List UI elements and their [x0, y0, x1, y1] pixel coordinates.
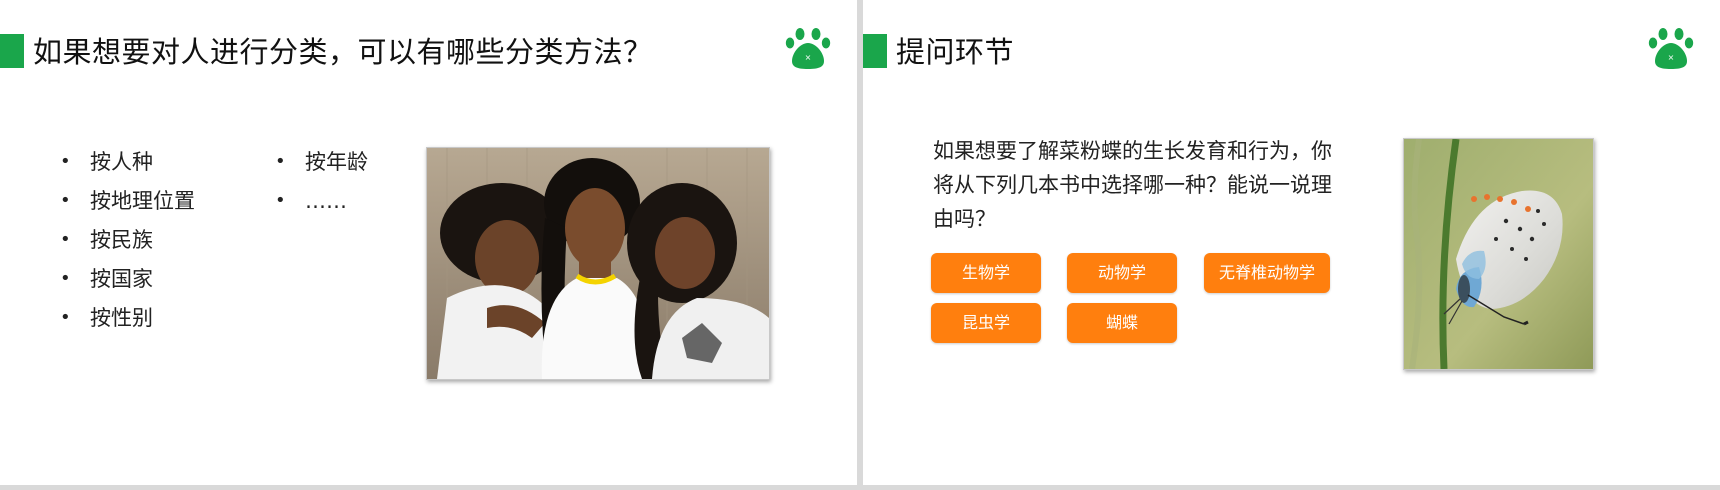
list-item: ……	[275, 186, 368, 225]
svg-text:×: ×	[805, 53, 812, 62]
list-item: 按年龄	[275, 147, 368, 186]
people-photo	[426, 147, 770, 380]
slide-title: 提问环节	[896, 35, 1015, 69]
list-item: 按人种	[60, 147, 195, 186]
option-button-entomology[interactable]: 昆虫学	[931, 303, 1041, 343]
question-text: 如果想要了解菜粉蝶的生长发育和行为，你将从下列几本书中选择哪一种？能说一说理由吗…	[933, 139, 1332, 231]
people-photo-image	[427, 148, 769, 379]
title-accent-bar	[863, 34, 887, 68]
slide-title: 如果想要对人进行分类，可以有哪些分类方法？	[33, 35, 653, 69]
paw-print-icon: ×	[785, 28, 831, 69]
option-button-zoology[interactable]: 动物学	[1067, 253, 1177, 293]
list-item: 按国家	[60, 264, 195, 303]
category-list-2: 按年龄 ……	[275, 147, 368, 225]
butterfly-photo	[1403, 138, 1594, 370]
list-item: 按性别	[60, 303, 195, 342]
title-accent-bar	[0, 34, 24, 68]
butterfly-photo-image	[1404, 138, 1593, 370]
list-item: 按民族	[60, 225, 195, 264]
list-item: 按地理位置	[60, 186, 195, 225]
option-button-invertebrate-zoology[interactable]: 无脊椎动物学	[1204, 253, 1330, 293]
svg-text:×: ×	[1668, 53, 1675, 62]
slide-right: 提问环节 × 如果想要了解菜粉蝶的生长发育和行为，你将从下列几本书中选择哪一种？…	[863, 0, 1720, 485]
paw-print-icon: ×	[1648, 28, 1694, 69]
slide-left: 如果想要对人进行分类，可以有哪些分类方法？ × 按人种 按地理位置 按民族 按国…	[0, 0, 857, 485]
category-list-1: 按人种 按地理位置 按民族 按国家 按性别	[60, 147, 195, 342]
option-button-biology[interactable]: 生物学	[931, 253, 1041, 293]
option-button-butterfly[interactable]: 蝴蝶	[1067, 303, 1177, 343]
